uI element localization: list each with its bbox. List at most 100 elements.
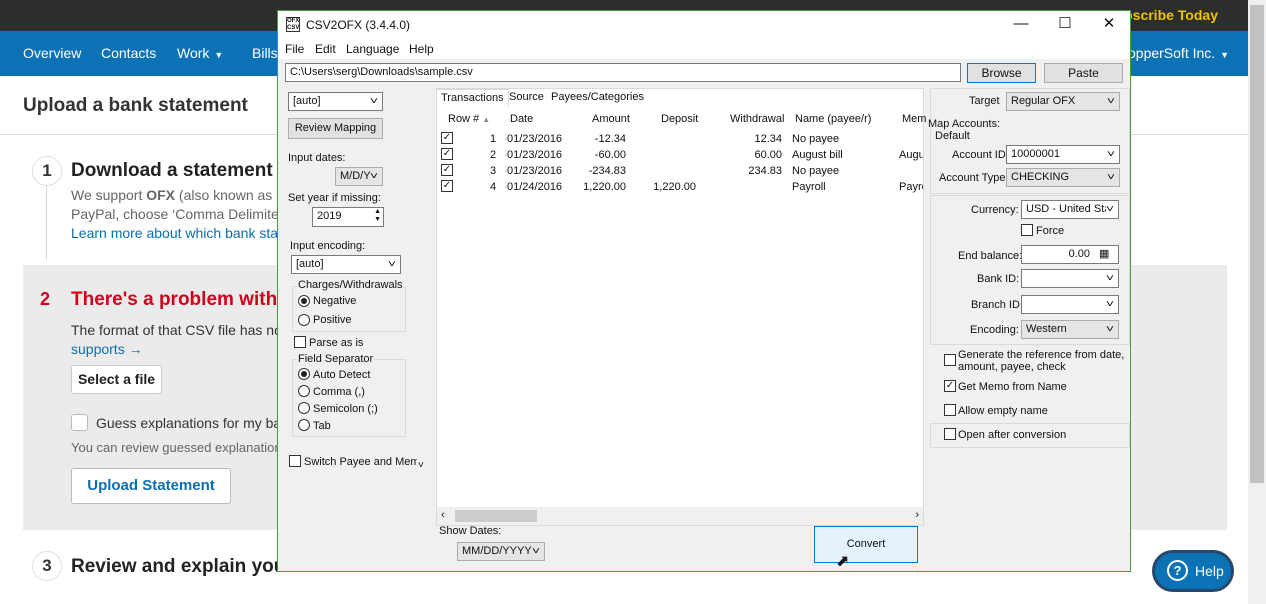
paste-button[interactable]: Paste	[1044, 63, 1123, 83]
step-3-title: Review and explain you	[71, 556, 286, 577]
currency-combo[interactable]: USD - United Sta ˅	[1021, 200, 1119, 219]
force-checkbox[interactable]	[1021, 224, 1033, 236]
cell-withdrawal: 12.34	[754, 133, 782, 145]
col-amount[interactable]: Amount	[592, 113, 630, 125]
close-icon[interactable]: ✕	[1094, 15, 1124, 35]
row-checkbox[interactable]: ✓	[441, 164, 453, 176]
show-dates-combo[interactable]: MM/DD/YYYY ˅	[457, 542, 545, 561]
show-dates-value: MM/DD/YYYY	[462, 545, 532, 557]
page-title: Upload a bank statement	[23, 95, 248, 116]
review-mapping-button[interactable]: Review Mapping	[288, 118, 383, 139]
step-1-line1-pre: We support	[71, 187, 147, 203]
row-checkbox[interactable]: ✓	[441, 180, 453, 192]
scroll-left-icon[interactable]: ‹	[441, 509, 445, 521]
auto-detect-radio[interactable]	[298, 368, 310, 380]
minimize-icon[interactable]: —	[1006, 15, 1036, 35]
app-icon: OFX CSV	[286, 17, 300, 32]
input-encoding-combo[interactable]: [auto] ˅	[291, 255, 401, 274]
field-separator-label: Field Separator	[297, 353, 375, 365]
row-checkbox[interactable]: ✓	[441, 148, 453, 160]
year-spinner[interactable]: 2019 ▲ ▼	[312, 207, 384, 227]
menu-language[interactable]: Language	[346, 42, 399, 56]
col-memo[interactable]: Mem	[902, 113, 926, 125]
options-scrollbar[interactable]	[417, 91, 432, 476]
chevron-down-icon: ˅	[1105, 204, 1115, 215]
account-type-combo[interactable]: CHECKING ˅	[1006, 168, 1120, 187]
col-name[interactable]: Name (payee/r)	[795, 113, 871, 125]
upload-statement-button[interactable]: Upload Statement	[71, 468, 231, 504]
comma-radio[interactable]	[298, 385, 310, 397]
switch-payee-checkbox[interactable]	[289, 455, 301, 467]
help-button[interactable]: ? Help	[1152, 550, 1234, 592]
window-title: CSV2OFX (3.4.4.0)	[306, 18, 411, 32]
chevron-down-icon: ˅	[369, 171, 379, 182]
account-id-label: Account ID:	[952, 149, 1009, 161]
parse-as-is-checkbox[interactable]	[294, 336, 306, 348]
calculator-icon[interactable]: ▦	[1099, 247, 1109, 260]
tab-payees[interactable]: Payees/Categories	[547, 89, 648, 107]
encoding-combo[interactable]: Western ˅	[1021, 320, 1119, 339]
step-2-text: The format of that CSV file has not	[71, 322, 286, 338]
nav-contacts[interactable]: Contacts	[101, 45, 156, 61]
auto-detect-label: Auto Detect	[313, 369, 371, 381]
menu-help[interactable]: Help	[409, 42, 434, 56]
col-withdrawal[interactable]: Withdrawal	[730, 113, 784, 125]
nav-bills[interactable]: Bills	[252, 45, 278, 61]
file-path-input[interactable]: C:\Users\serg\Downloads\sample.csv	[285, 63, 961, 82]
nav-work[interactable]: Work ▼	[177, 45, 223, 61]
positive-radio[interactable]	[298, 314, 310, 326]
generate-ref-checkbox[interactable]	[944, 354, 956, 366]
maximize-icon[interactable]: ☐	[1050, 15, 1080, 35]
target-combo[interactable]: Regular OFX ˅	[1006, 92, 1120, 111]
open-after-checkbox[interactable]	[944, 428, 956, 440]
input-dates-combo[interactable]: M/D/Y ˅	[335, 167, 383, 186]
tab-transactions[interactable]: Transactions	[436, 89, 509, 107]
help-icon: ?	[1167, 560, 1188, 581]
tab-source[interactable]: Source	[505, 89, 548, 107]
switch-payee-label: Switch Payee and Memo	[304, 456, 426, 468]
row-checkbox[interactable]: ✓	[441, 132, 453, 144]
branch-id-combo[interactable]: ˅	[1021, 295, 1119, 314]
select-file-button[interactable]: Select a file	[71, 365, 162, 394]
mapping-combo[interactable]: [auto] ˅	[288, 92, 383, 111]
tab-radio[interactable]	[298, 419, 310, 431]
col-deposit[interactable]: Deposit	[661, 113, 698, 125]
nav-work-label: Work	[177, 45, 210, 61]
year-value: 2019	[317, 210, 342, 222]
force-label: Force	[1036, 225, 1065, 237]
menu-file[interactable]: File	[285, 42, 304, 56]
bank-id-combo[interactable]: ˅	[1021, 269, 1119, 288]
allow-empty-checkbox[interactable]	[944, 404, 956, 416]
nav-overview[interactable]: Overview	[23, 45, 81, 61]
semicolon-radio[interactable]	[298, 402, 310, 414]
get-memo-label: Get Memo from Name	[958, 381, 1067, 393]
cell-name: August bill	[792, 149, 843, 161]
menu-edit[interactable]: Edit	[315, 42, 336, 56]
chevron-down-icon[interactable]: ˅	[418, 460, 424, 471]
convert-button[interactable]: Convert	[814, 526, 918, 563]
col-row-label: Row #	[448, 113, 480, 125]
scroll-right-icon[interactable]: ›	[915, 509, 919, 521]
spinner-arrows-icon[interactable]: ▲ ▼	[374, 208, 381, 224]
tab-label: Tab	[313, 420, 331, 432]
browse-button[interactable]: Browse	[967, 63, 1036, 83]
negative-radio[interactable]	[298, 295, 310, 307]
grid-horizontal-scrollbar[interactable]: ‹ ›	[437, 507, 923, 525]
col-date[interactable]: Date	[510, 113, 533, 125]
page-scrollbar-thumb[interactable]	[1250, 5, 1264, 483]
get-memo-checkbox[interactable]: ✓	[944, 380, 956, 392]
bank-statement-help-link[interactable]: Learn more about which bank statem	[71, 225, 301, 241]
col-row[interactable]: Row # ▲	[448, 113, 490, 125]
grid-scrollbar-thumb[interactable]	[455, 510, 537, 522]
nav-company[interactable]: opperSoft Inc. ▼	[1128, 45, 1229, 61]
cell-amount: -12.34	[594, 133, 626, 145]
cell-date: 01/23/2016	[507, 133, 563, 145]
cell-amount: -60.00	[594, 149, 626, 161]
generate-ref-line1: Generate the reference from date,	[958, 349, 1125, 361]
review-text: You can review guessed explanations	[71, 440, 289, 455]
title-bar: OFX CSV CSV2OFX (3.4.4.0) — ☐ ✕	[278, 11, 1130, 39]
guess-checkbox[interactable]	[71, 414, 88, 431]
account-id-combo[interactable]: 10000001 ˅	[1006, 145, 1120, 164]
supports-link[interactable]: supports →	[71, 341, 143, 357]
cell-amount: 1,220.00	[583, 181, 626, 193]
